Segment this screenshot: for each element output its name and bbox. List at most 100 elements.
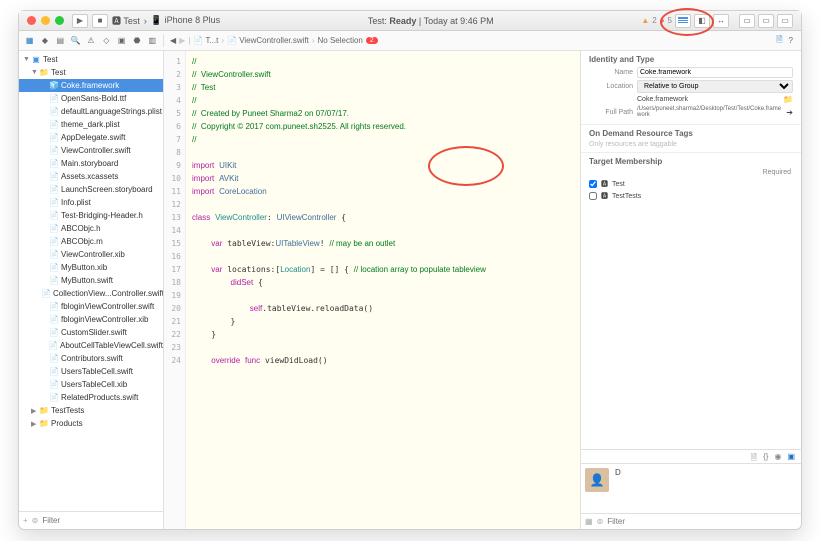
choose-path-button[interactable]: 📁 [783,95,793,104]
location-file: Coke.framework [637,96,779,103]
tree-file[interactable]: 📄ABCObjc.h [19,222,163,235]
library-filter-input[interactable] [607,517,797,526]
file-inspector-tab[interactable]: 🗎 [776,34,782,48]
run-button[interactable]: ▶ [72,14,88,28]
navigator-filter-input[interactable] [42,516,159,525]
tree-file[interactable]: 📄UsersTableCell.swift [19,365,163,378]
source-editor[interactable]: 123456789101112131415161718192021222324 … [164,51,581,529]
tree-file[interactable]: 📄fbloginViewController.xib [19,313,163,326]
debug-navigator-tab[interactable]: ▣ [115,34,128,47]
library-tab-4[interactable]: ▣ [787,452,795,461]
reveal-path-button[interactable]: ➔ [786,108,793,117]
warning-count[interactable]: ▲2 [641,16,656,25]
tree-file[interactable]: 📄theme_dark.plist [19,118,163,131]
tree-file[interactable]: 📄AboutCellTableViewCell.swift [19,339,163,352]
source-control-tab[interactable]: ◆ [38,34,51,47]
tree-folder[interactable]: ▶📁TestTests [19,404,163,417]
tree-file[interactable]: 📄CollectionView...Controller.swift [19,287,163,300]
tree-folder[interactable]: ▼📁Test [19,66,163,79]
tree-file[interactable]: 📄Main.storyboard [19,157,163,170]
library-tab-1[interactable]: 🗎 [751,452,757,461]
file-tree[interactable]: ▼▣Test ▼📁Test 🧊Coke.framework 📄OpenSans-… [19,51,163,511]
tree-file[interactable]: 📄Info.plist [19,196,163,209]
tree-file[interactable]: 📄Assets.xcassets [19,170,163,183]
utilities-inspector: Identity and Type Name Location Relative… [581,51,801,529]
test-navigator-tab[interactable]: ◇ [100,34,113,47]
field-label: Name [589,69,633,76]
project-navigator-tab[interactable]: ▦ [23,34,36,47]
tree-file[interactable]: 📄MyButton.swift [19,274,163,287]
section-title: Identity and Type [589,55,793,64]
location-select[interactable]: Relative to Group [637,80,793,93]
nav-back-button[interactable]: ◀ [170,36,176,45]
assistant-editor-button[interactable]: ◧ [694,14,710,28]
add-file-button[interactable]: + [23,516,28,525]
standard-editor-button[interactable] [675,14,691,28]
target-membership-item[interactable]: 🅰TestTests [589,190,793,202]
breadcrumb-item[interactable]: 📄 T...t [193,36,218,45]
nav-forward-button[interactable]: ▶ [179,36,185,45]
tree-file[interactable]: 📄LaunchScreen.storyboard [19,183,163,196]
tree-file[interactable]: 📄defaultLanguageStrings.plist [19,105,163,118]
navigator-tabs: ▦ ◆ ▤ 🔍 ⚠ ◇ ▣ ⬣ ▥ [19,34,164,47]
breadcrumb-item[interactable]: 📄 ViewController.swift [227,36,309,45]
stop-button[interactable]: ■ [92,14,108,28]
code-area[interactable]: // // ViewController.swift // Test // //… [186,51,580,529]
tree-file[interactable]: 📄CustomSlider.swift [19,326,163,339]
library-tab-2[interactable]: {} [763,452,768,461]
tree-file[interactable]: 📄AppDelegate.swift [19,131,163,144]
filter-icon: ⊚ [32,516,39,525]
filter-icon: ⊚ [597,517,604,526]
main-area: ▼▣Test ▼📁Test 🧊Coke.framework 📄OpenSans-… [19,51,801,529]
minimize-window-button[interactable] [41,16,50,25]
tree-folder[interactable]: ▶📁Products [19,417,163,430]
tree-file[interactable]: 📄ViewController.swift [19,144,163,157]
target-checkbox[interactable] [589,180,597,188]
titlebar: ▶ ■ 🅰 Test › 📱 iPhone 8 Plus Test: Ready… [19,11,801,31]
target-membership-item[interactable]: 🅰Test [589,178,793,190]
find-navigator-tab[interactable]: 🔍 [69,34,82,47]
jump-bar: ▦ ◆ ▤ 🔍 ⚠ ◇ ▣ ⬣ ▥ ◀ ▶ | 📄 T...t › 📄 View… [19,31,801,51]
library-area: 👤 D [581,463,801,513]
breadcrumb-item[interactable]: No Selection [318,36,363,45]
field-label: Full Path [589,109,633,116]
xcode-window: ▶ ■ 🅰 Test › 📱 iPhone 8 Plus Test: Ready… [18,10,802,530]
name-field[interactable] [637,67,793,78]
tree-file[interactable]: 📄OpenSans-Bold.ttf [19,92,163,105]
library-tab-3[interactable]: ◉ [774,452,781,461]
tree-file[interactable]: 📄RelatedProducts.swift [19,391,163,404]
tree-file-selected[interactable]: 🧊Coke.framework [19,79,163,92]
tree-file[interactable]: 📄UsersTableCell.xib [19,378,163,391]
tree-file[interactable]: 📄ABCObjc.m [19,235,163,248]
target-checkbox[interactable] [589,192,597,200]
full-path-text: /Users/puneet.sharma2/Desktop/Test/Test/… [637,106,782,118]
tree-file[interactable]: 📄ViewController.xib [19,248,163,261]
scheme-selector[interactable]: 🅰 Test [112,14,140,27]
breakpoint-navigator-tab[interactable]: ⬣ [130,34,143,47]
traffic-lights [27,16,64,25]
tree-file[interactable]: 📄Test-Bridging-Header.h [19,209,163,222]
breadcrumb: ◀ ▶ | 📄 T...t › 📄 ViewController.swift ›… [164,36,384,45]
section-title: Target Membership [589,157,793,166]
tree-file[interactable]: 📄Contributors.swift [19,352,163,365]
issue-navigator-tab[interactable]: ⚠ [84,34,97,47]
toggle-utilities-button[interactable]: ▭ [777,14,793,28]
error-count[interactable]: ●5 [660,16,672,25]
target-membership-section: Target Membership Required 🅰Test🅰TestTes… [581,153,801,208]
close-window-button[interactable] [27,16,36,25]
report-navigator-tab[interactable]: ▥ [146,34,159,47]
tree-project-root[interactable]: ▼▣Test [19,53,163,66]
toggle-navigator-button[interactable]: ▭ [739,14,755,28]
tree-file[interactable]: 📄fbloginViewController.swift [19,300,163,313]
device-selector[interactable]: 📱 iPhone 8 Plus [151,15,220,26]
symbol-navigator-tab[interactable]: ▤ [54,34,67,47]
tree-file[interactable]: 📄MyButton.xib [19,261,163,274]
inline-error-count[interactable]: 2 [366,37,378,44]
identity-section: Identity and Type Name Location Relative… [581,51,801,125]
version-editor-button[interactable]: ↔ [713,14,729,28]
zoom-window-button[interactable] [55,16,64,25]
library-view-icon[interactable]: ▦ [585,517,593,526]
quick-help-tab[interactable]: ? [789,36,793,45]
toggle-debug-button[interactable]: ▭ [758,14,774,28]
section-title: On Demand Resource Tags [589,129,793,138]
